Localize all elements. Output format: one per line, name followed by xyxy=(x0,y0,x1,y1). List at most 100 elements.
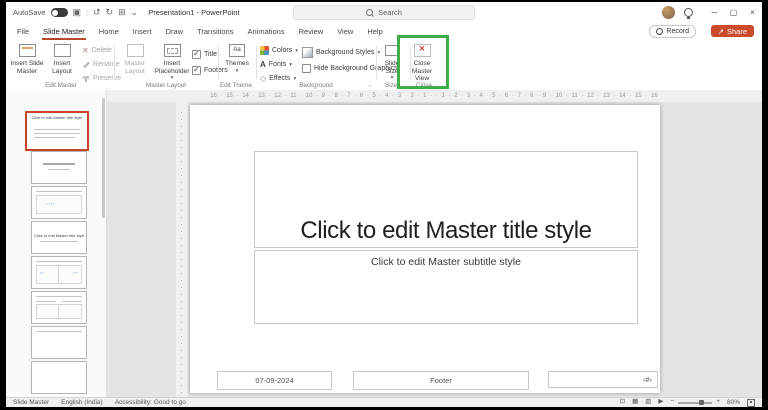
insert-slide-master-label: Insert Slide Master xyxy=(10,60,44,75)
tab-view[interactable]: View xyxy=(330,23,360,40)
master-layout-icon xyxy=(126,44,144,57)
delete-button[interactable]: ✕ Delete xyxy=(82,44,112,57)
zoom-percent[interactable]: 80% xyxy=(727,399,740,406)
tab-help[interactable]: Help xyxy=(360,23,389,40)
background-styles-button[interactable]: Background Styles ▾ xyxy=(302,46,380,59)
themes-icon: Aa xyxy=(229,44,245,57)
slide-thumbnail-comparison[interactable] xyxy=(31,291,87,324)
zoom-out-icon[interactable]: − xyxy=(670,399,674,406)
tab-transitions[interactable]: Transitions xyxy=(190,23,240,40)
date-placeholder[interactable]: 07-09-2024 xyxy=(217,371,332,390)
title-placeholder[interactable]: Click to edit Master title style xyxy=(254,151,638,248)
slide-thumbnail-panel: Click to edit Master title style ▪▪▪▪ Cl… xyxy=(6,90,107,398)
grid-icon[interactable]: ⊞ xyxy=(118,8,126,17)
slide-size-button[interactable]: Slide Size ▾ xyxy=(378,43,406,84)
accessibility-status[interactable]: Accessibility: Good to go xyxy=(115,399,186,406)
autosave-toggle[interactable] xyxy=(50,8,68,17)
delete-label: Delete xyxy=(91,47,112,54)
reading-view-icon[interactable]: ▥ xyxy=(645,399,651,406)
chevron-down-icon: ▾ xyxy=(170,75,174,82)
autosave-label: AutoSave xyxy=(13,8,46,17)
subtitle-placeholder-text: Click to edit Master subtitle style xyxy=(371,256,521,268)
slide-thumbnail-two-content[interactable]: ▪▪ ▪▪ xyxy=(31,256,87,289)
slide-thumbnail-blank[interactable] xyxy=(31,361,87,394)
record-button[interactable]: Record xyxy=(649,25,696,38)
chevron-down-icon: ▾ xyxy=(295,47,298,54)
tab-file[interactable]: File xyxy=(10,23,36,40)
record-icon xyxy=(656,28,664,35)
master-layout-button[interactable]: Master Layout xyxy=(118,43,152,84)
close-button[interactable]: × xyxy=(743,2,762,23)
ruler-numbers: 16 · 15 · 14 · 13 · 12 · 11 · 10 · 9 · 8… xyxy=(210,93,658,99)
edit-master-group-label: Edit Master xyxy=(45,82,77,89)
edit-theme-group-label: Edit Theme xyxy=(219,82,253,89)
insert-placeholder-icon xyxy=(163,44,181,57)
vertical-ruler xyxy=(176,102,188,398)
slide-thumbnail-master[interactable]: Click to edit Master title style xyxy=(25,111,89,151)
search-input[interactable]: Search xyxy=(293,5,475,20)
fonts-label: Fonts xyxy=(268,61,287,68)
tab-review[interactable]: Review xyxy=(292,23,331,40)
themes-label: Themes xyxy=(225,60,249,67)
user-avatar[interactable] xyxy=(662,6,675,19)
zoom-in-icon[interactable]: + xyxy=(716,399,720,406)
tab-home[interactable]: Home xyxy=(92,23,126,40)
insert-slide-master-button[interactable]: Insert Slide Master xyxy=(10,43,44,84)
slide-thumbnail-layout-2[interactable]: ▪▪▪▪ xyxy=(31,186,87,219)
insert-placeholder-button[interactable]: Insert Placeholder ▾ xyxy=(154,43,190,84)
statusbar-right: ⊡ ▦ ▥ ▶ − + 80% xyxy=(620,398,755,407)
group-separator xyxy=(114,45,115,79)
slide-number-placeholder[interactable]: ‹#› xyxy=(548,371,658,388)
footer-placeholder[interactable]: Footer xyxy=(353,371,529,390)
title-checkbox[interactable]: Title xyxy=(192,48,217,61)
zoom-slider-knob[interactable] xyxy=(698,399,704,405)
save-icon[interactable]: ▣ xyxy=(73,8,82,17)
close-group-label: Close xyxy=(415,82,433,89)
dialog-launcher-icon[interactable]: ⌟ xyxy=(368,81,371,88)
record-label: Record xyxy=(666,28,689,35)
tab-draw[interactable]: Draw xyxy=(159,23,191,40)
slideshow-icon[interactable]: ▶ xyxy=(658,399,663,406)
tab-animations[interactable]: Animations xyxy=(240,23,291,40)
redo-icon[interactable]: ↻ xyxy=(106,8,114,17)
colors-button[interactable]: Colors ▾ xyxy=(260,44,298,57)
rename-icon xyxy=(82,61,90,69)
horizontal-ruler: 16 · 15 · 14 · 13 · 12 · 11 · 10 · 9 · 8… xyxy=(106,90,762,102)
master-layout-group-label: Master Layout xyxy=(146,82,186,89)
lightbulb-icon[interactable] xyxy=(684,8,693,19)
close-master-view-button[interactable]: Close Master View xyxy=(406,43,438,84)
maximize-button[interactable]: ▢ xyxy=(724,2,743,23)
subtitle-placeholder[interactable]: Click to edit Master subtitle style xyxy=(254,250,638,324)
fonts-button[interactable]: A Fonts ▾ xyxy=(260,58,292,71)
slide-number-text: ‹#› xyxy=(642,375,652,384)
slide-thumbnail-title-layout[interactable] xyxy=(31,151,87,184)
group-separator xyxy=(376,45,377,79)
slide-sorter-icon[interactable]: ▦ xyxy=(632,399,638,406)
slide-canvas[interactable]: Click to edit Master title style Click t… xyxy=(190,105,660,393)
separator: | xyxy=(86,8,88,17)
fit-slide-to-window-icon[interactable] xyxy=(747,398,755,407)
screen: { "titlebar": { "autosave_label": "AutoS… xyxy=(0,0,768,410)
customize-toolbar-chevron-icon[interactable]: ⌄ xyxy=(131,8,139,17)
slide-thumbnail-section-header[interactable]: Click to edit Master title style xyxy=(31,221,87,254)
themes-button[interactable]: Aa Themes ▾ xyxy=(222,43,252,84)
insert-layout-label: Insert Layout xyxy=(52,60,72,75)
search-icon xyxy=(366,9,374,16)
normal-view-icon[interactable]: ⊡ xyxy=(620,399,625,406)
tab-insert[interactable]: Insert xyxy=(126,23,159,40)
insert-layout-button[interactable]: Insert Layout xyxy=(46,43,78,84)
share-icon: ↗ xyxy=(717,26,724,36)
tab-slide-master[interactable]: Slide Master xyxy=(36,23,92,40)
minimize-button[interactable]: ─ xyxy=(705,2,724,23)
share-button[interactable]: ↗ Share xyxy=(710,25,754,37)
group-separator xyxy=(256,45,257,79)
chevron-down-icon: ▾ xyxy=(235,67,239,74)
rename-label: Rename xyxy=(93,61,120,68)
titlebar-right: ─ ▢ × xyxy=(662,2,762,23)
status-bar: Slide Master English (India) Accessibili… xyxy=(6,397,762,407)
undo-icon[interactable]: ↺ xyxy=(93,8,101,17)
zoom-slider[interactable] xyxy=(678,399,713,405)
thumbnail-scrollbar[interactable] xyxy=(102,98,105,218)
language-indicator[interactable]: English (India) xyxy=(61,399,103,406)
slide-thumbnail-title-only[interactable] xyxy=(31,326,87,359)
